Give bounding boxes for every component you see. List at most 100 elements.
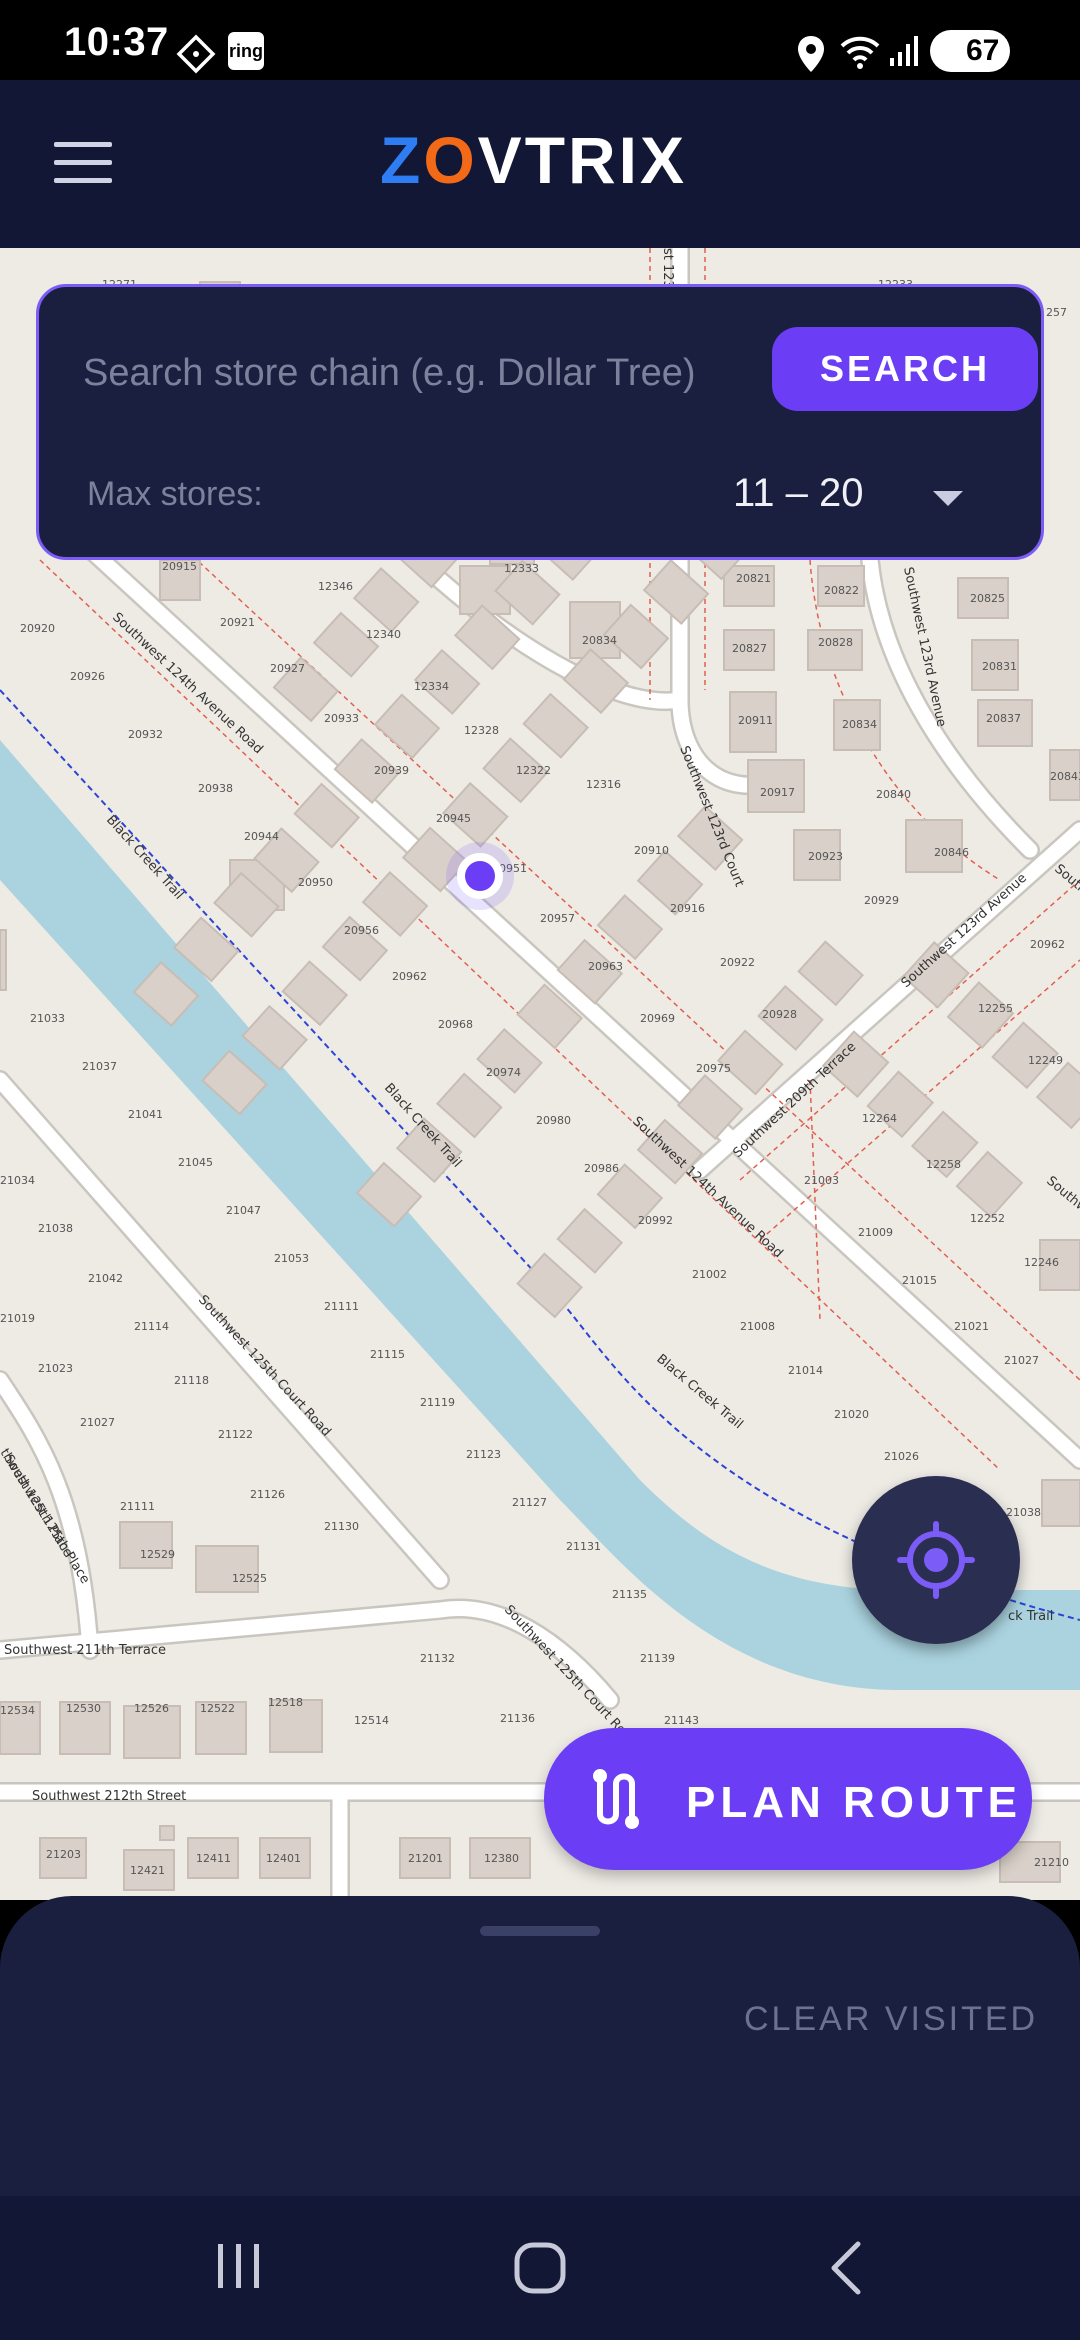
svg-text:21143: 21143 bbox=[664, 1714, 699, 1727]
svg-text:21135: 21135 bbox=[612, 1588, 647, 1601]
svg-text:20923: 20923 bbox=[808, 850, 843, 863]
svg-text:21037: 21037 bbox=[82, 1060, 117, 1073]
back-icon[interactable] bbox=[826, 2240, 866, 2296]
svg-text:21003: 21003 bbox=[804, 1174, 839, 1187]
home-icon[interactable] bbox=[512, 2240, 568, 2296]
svg-text:12411: 12411 bbox=[196, 1852, 231, 1865]
battery-icon: 67 bbox=[930, 30, 1010, 72]
plan-route-button[interactable]: PLAN ROUTE bbox=[544, 1728, 1032, 1870]
svg-text:20939: 20939 bbox=[374, 764, 409, 777]
svg-text:21119: 21119 bbox=[420, 1396, 455, 1409]
svg-text:20975: 20975 bbox=[696, 1062, 731, 1075]
street-label: Black Creek Trail bbox=[653, 1352, 745, 1433]
hamburger-menu-icon[interactable] bbox=[54, 142, 112, 184]
svg-text:20968: 20968 bbox=[438, 1018, 473, 1031]
svg-text:20962: 20962 bbox=[392, 970, 427, 983]
svg-text:21027: 21027 bbox=[80, 1416, 115, 1429]
street-label: Southwest 212th Street bbox=[32, 1789, 186, 1804]
svg-text:21041: 21041 bbox=[128, 1108, 163, 1121]
svg-text:21127: 21127 bbox=[512, 1496, 547, 1509]
svg-text:21126: 21126 bbox=[250, 1488, 285, 1501]
svg-text:21115: 21115 bbox=[370, 1348, 405, 1361]
svg-text:21139: 21139 bbox=[640, 1652, 675, 1665]
svg-text:21111: 21111 bbox=[324, 1300, 359, 1313]
notification-diamond-icon bbox=[176, 34, 216, 79]
svg-text:21118: 21118 bbox=[174, 1374, 209, 1387]
svg-text:20956: 20956 bbox=[344, 924, 379, 937]
svg-text:20916: 20916 bbox=[670, 902, 705, 915]
svg-text:21201: 21201 bbox=[408, 1852, 443, 1865]
svg-text:21019: 21019 bbox=[0, 1312, 35, 1325]
svg-text:20840: 20840 bbox=[876, 788, 911, 801]
street-label: st 123 bbox=[660, 248, 675, 289]
chevron-down-icon[interactable] bbox=[933, 491, 963, 506]
svg-text:21038: 21038 bbox=[38, 1222, 73, 1235]
street-label: Southwest 125th Court Road bbox=[195, 1292, 334, 1439]
svg-text:21122: 21122 bbox=[218, 1428, 253, 1441]
svg-text:12522: 12522 bbox=[200, 1702, 235, 1715]
svg-text:21021: 21021 bbox=[954, 1320, 989, 1333]
svg-text:21033: 21033 bbox=[30, 1012, 65, 1025]
route-icon bbox=[593, 1769, 639, 1829]
svg-text:21008: 21008 bbox=[740, 1320, 775, 1333]
sheet-drag-handle[interactable] bbox=[480, 1926, 600, 1936]
bottom-sheet: CLEAR VISITED bbox=[0, 1896, 1080, 2196]
app-logo: ZOVTRIX bbox=[380, 123, 688, 197]
svg-text:20825: 20825 bbox=[970, 592, 1005, 605]
svg-text:12340: 12340 bbox=[366, 628, 401, 641]
svg-text:12249: 12249 bbox=[1028, 1054, 1063, 1067]
recent-apps-icon[interactable] bbox=[214, 2240, 264, 2292]
svg-text:20926: 20926 bbox=[70, 670, 105, 683]
svg-text:20986: 20986 bbox=[584, 1162, 619, 1175]
svg-text:12346: 12346 bbox=[318, 580, 353, 593]
svg-text:12518: 12518 bbox=[268, 1696, 303, 1709]
svg-text:21027: 21027 bbox=[1004, 1354, 1039, 1367]
svg-text:12255: 12255 bbox=[978, 1002, 1013, 1015]
svg-text:21130: 21130 bbox=[324, 1520, 359, 1533]
svg-text:12258: 12258 bbox=[926, 1158, 961, 1171]
svg-text:12514: 12514 bbox=[354, 1714, 389, 1727]
system-nav-bar bbox=[0, 2196, 1080, 2340]
search-input[interactable] bbox=[83, 343, 783, 403]
svg-text:20980: 20980 bbox=[536, 1114, 571, 1127]
locate-me-button[interactable] bbox=[852, 1476, 1020, 1644]
max-stores-select[interactable]: 11 – 20 bbox=[733, 471, 864, 516]
svg-text:12530: 12530 bbox=[66, 1702, 101, 1715]
svg-text:12401: 12401 bbox=[266, 1852, 301, 1865]
svg-text:21042: 21042 bbox=[88, 1272, 123, 1285]
svg-text:12316: 12316 bbox=[586, 778, 621, 791]
svg-text:21045: 21045 bbox=[178, 1156, 213, 1169]
svg-text:21053: 21053 bbox=[274, 1252, 309, 1265]
svg-text:21047: 21047 bbox=[226, 1204, 261, 1217]
svg-text:21123: 21123 bbox=[466, 1448, 501, 1461]
svg-text:20992: 20992 bbox=[638, 1214, 673, 1227]
search-card: SEARCH Max stores: 11 – 20 bbox=[36, 284, 1044, 560]
svg-text:20932: 20932 bbox=[128, 728, 163, 741]
max-stores-label: Max stores: bbox=[87, 475, 263, 513]
svg-text:20962: 20962 bbox=[1030, 938, 1065, 951]
svg-text:12525: 12525 bbox=[232, 1572, 267, 1585]
svg-text:20974: 20974 bbox=[486, 1066, 521, 1079]
battery-level: 67 bbox=[966, 34, 1000, 67]
svg-text:21034: 21034 bbox=[0, 1174, 35, 1187]
svg-text:21026: 21026 bbox=[884, 1450, 919, 1463]
svg-text:20834: 20834 bbox=[842, 718, 877, 731]
wifi-icon bbox=[838, 30, 882, 75]
status-time: 10:37 bbox=[64, 20, 169, 64]
svg-text:20938: 20938 bbox=[198, 782, 233, 795]
svg-text:20963: 20963 bbox=[588, 960, 623, 973]
svg-text:12421: 12421 bbox=[130, 1864, 165, 1877]
clear-visited-button[interactable]: CLEAR VISITED bbox=[744, 2000, 1038, 2039]
search-button[interactable]: SEARCH bbox=[772, 327, 1038, 411]
svg-text:12333: 12333 bbox=[504, 562, 539, 575]
svg-text:20917: 20917 bbox=[760, 786, 795, 799]
svg-text:12529: 12529 bbox=[140, 1548, 175, 1561]
svg-text:20921: 20921 bbox=[220, 616, 255, 629]
svg-text:12526: 12526 bbox=[134, 1702, 169, 1715]
svg-text:20834: 20834 bbox=[582, 634, 617, 647]
svg-text:20920: 20920 bbox=[20, 622, 55, 635]
svg-text:20927: 20927 bbox=[270, 662, 305, 675]
svg-text:20922: 20922 bbox=[720, 956, 755, 969]
svg-text:20957: 20957 bbox=[540, 912, 575, 925]
svg-text:21132: 21132 bbox=[420, 1652, 455, 1665]
